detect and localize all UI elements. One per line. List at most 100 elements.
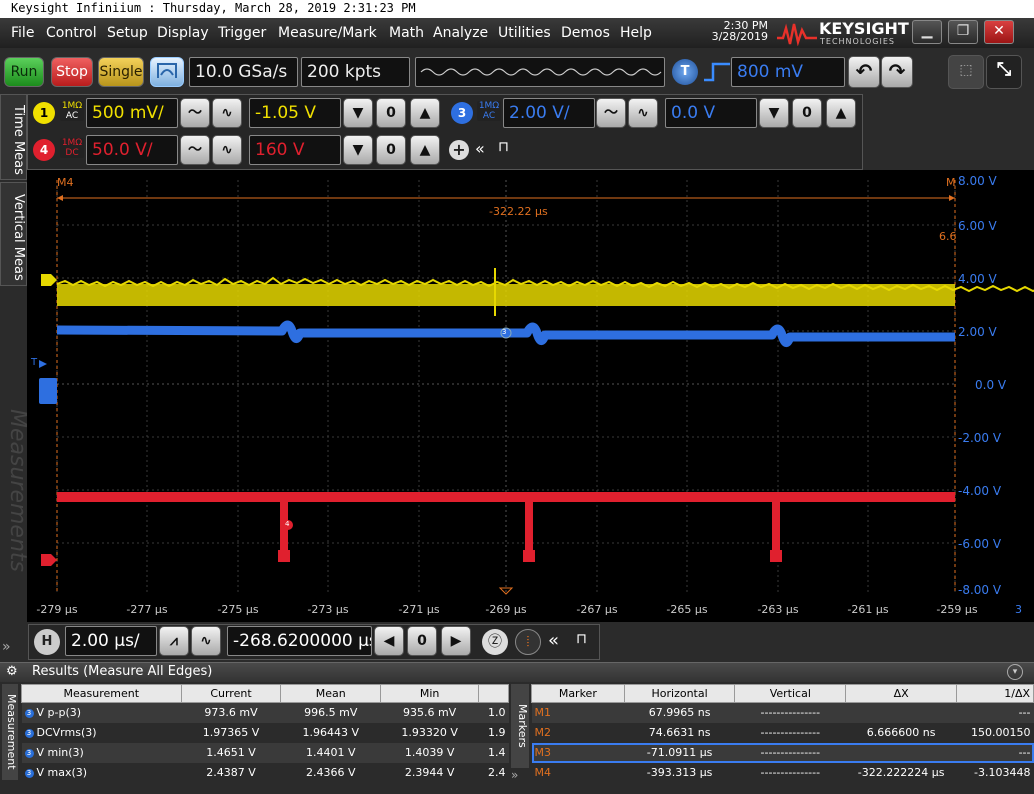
stop-button[interactable]: Stop (51, 57, 93, 87)
col-mean[interactable]: Mean (280, 684, 382, 703)
time-scale-down-icon[interactable]: ⩘ (159, 626, 189, 656)
ch3-offset-field[interactable]: 0.0 V (665, 98, 757, 128)
tab-markers[interactable]: Markers (511, 684, 529, 768)
menu-measure-mark[interactable]: Measure/Mark (278, 25, 377, 41)
ch3-scale-down-icon[interactable]: ～ (596, 98, 626, 128)
ch3-offset-zero-icon[interactable]: 0 (792, 98, 822, 128)
horizontal-badge[interactable]: H (34, 629, 60, 655)
single-button[interactable]: Single (98, 57, 144, 87)
collapse-results-icon[interactable]: ▾ (1007, 664, 1023, 680)
undo-icon[interactable]: ↶ (848, 56, 880, 88)
expand-markers-icon[interactable]: » (511, 768, 518, 782)
tab-time-meas[interactable]: Time Meas (0, 94, 27, 180)
ch4-offset-down-icon[interactable]: ▼ (343, 135, 373, 165)
ch4-offset-field[interactable]: 160 V (249, 135, 341, 165)
table-row[interactable]: M1 67.9965 ns --------------- --- (531, 702, 1034, 723)
pin-icon[interactable]: ⊓ (498, 139, 509, 155)
run-button[interactable]: Run (4, 57, 44, 87)
ch3-offset-up-icon[interactable]: ▲ (826, 98, 856, 128)
redo-icon[interactable]: ↷ (881, 56, 913, 88)
ch4-offset-up-icon[interactable]: ▲ (410, 135, 440, 165)
menu-control[interactable]: Control (46, 25, 97, 41)
trigger-level-field[interactable]: 800 mV (731, 57, 845, 87)
col-current[interactable]: Current (180, 684, 282, 703)
col-max[interactable] (478, 684, 509, 703)
table-row[interactable]: 3V max(3) 2.4387 V 2.4366 V 2.3944 V 2.4 (21, 762, 509, 783)
ch4-scale-field[interactable]: 50.0 V/ (86, 135, 178, 165)
col-measurement[interactable]: Measurement (21, 684, 182, 703)
ch1-offset-up-icon[interactable]: ▲ (410, 98, 440, 128)
tab-measurement[interactable]: Measurement (2, 684, 18, 780)
ch1-ground-marker-icon[interactable] (41, 274, 57, 286)
ch1-scale-field[interactable]: 500 mV/ (86, 98, 178, 128)
minimize-icon[interactable]: ▁ (912, 20, 942, 44)
marker-inv-dx: --- (956, 742, 1034, 763)
menu-setup[interactable]: Setup (107, 25, 148, 41)
collapse-channels-icon[interactable]: « (475, 139, 485, 158)
waveform-overview[interactable] (415, 57, 665, 87)
table-row-selected[interactable]: M3 -71.0911 µs --------------- --- (531, 742, 1034, 763)
trigger-level-marker-icon[interactable] (39, 360, 47, 368)
ch3-ground-marker-icon[interactable] (39, 378, 57, 404)
memory-depth-field[interactable]: 200 kpts (301, 57, 410, 87)
ch1-scale-up-icon[interactable]: ∿ (212, 98, 242, 128)
menu-math[interactable]: Math (389, 25, 424, 41)
table-row[interactable]: M2 74.6631 ns --------------- 6.666600 ns 15… (531, 722, 1034, 743)
ch3-scale-field[interactable]: 2.00 V/ (503, 98, 595, 128)
time-scale-field[interactable]: 2.00 µs/ (65, 626, 157, 656)
ch3-scale-up-icon[interactable]: ∿ (628, 98, 658, 128)
time-position-field[interactable]: -268.6200000 µs (227, 626, 372, 656)
restore-icon[interactable]: ❐ (948, 20, 978, 44)
menu-demos[interactable]: Demos (561, 25, 610, 41)
ch1-scale-down-icon[interactable]: ～ (180, 98, 210, 128)
collapse-horizontal-icon[interactable]: « (548, 630, 559, 651)
zoom-icon[interactable]: Ⓩ (482, 629, 508, 655)
results-gear-icon[interactable]: ⚙ (6, 664, 18, 679)
menu-analyze[interactable]: Analyze (433, 25, 488, 41)
col-inv-dx[interactable]: 1/ΔX (956, 684, 1034, 703)
ch1-badge[interactable]: 1 (33, 102, 55, 124)
ch4-offset-zero-icon[interactable]: 0 (376, 135, 406, 165)
ch4-scale-down-icon[interactable]: ～ (180, 135, 210, 165)
ch1-offset-field[interactable]: -1.05 V (249, 98, 341, 128)
brand-name: KEYSIGHT (819, 19, 909, 38)
expand-left-icon[interactable]: » (2, 639, 11, 655)
segment-icon[interactable]: ⦙ (515, 629, 541, 655)
ch1-offset-down-icon[interactable]: ▼ (343, 98, 373, 128)
menu-display[interactable]: Display (157, 25, 209, 41)
touch-mode-icon[interactable]: ⤡ (986, 55, 1022, 89)
trigger-badge[interactable]: T (672, 59, 698, 85)
col-min[interactable]: Min (380, 684, 479, 703)
ch3-offset-down-icon[interactable]: ▼ (759, 98, 789, 128)
draw-box-icon[interactable]: ⬚ (948, 55, 984, 89)
time-position-right-icon[interactable]: ▶ (441, 626, 471, 656)
table-row[interactable]: 3V min(3) 1.4651 V 1.4401 V 1.4039 V 1.4 (21, 742, 509, 763)
menu-help[interactable]: Help (620, 25, 652, 41)
ch4-badge[interactable]: 4 (33, 139, 55, 161)
rising-edge-icon[interactable] (703, 60, 731, 84)
time-position-zero-icon[interactable]: 0 (407, 626, 437, 656)
table-row[interactable]: 3V p-p(3) 973.6 mV 996.5 mV 935.6 mV 1.0 (21, 702, 509, 723)
ch4-ground-marker-icon[interactable] (41, 554, 57, 566)
waveform-display[interactable]: T 3 4 M4 M 6.6 -322.22 µs (27, 170, 1034, 622)
ch1-offset-zero-icon[interactable]: 0 (376, 98, 406, 128)
pin-horizontal-icon[interactable]: ⊓ (576, 631, 587, 647)
col-dx[interactable]: ΔX (845, 684, 958, 703)
time-scale-up-icon[interactable]: ∿ (191, 626, 221, 656)
ch3-badge[interactable]: 3 (451, 102, 473, 124)
autoscale-icon[interactable] (150, 57, 184, 87)
ch4-scale-up-icon[interactable]: ∿ (212, 135, 242, 165)
menu-utilities[interactable]: Utilities (498, 25, 551, 41)
menu-file[interactable]: File (11, 25, 34, 41)
table-row[interactable]: 3 DCVrms(3) 1.97365 V 1.96443 V 1.93320 V 1.9 (21, 722, 509, 743)
menu-trigger[interactable]: Trigger (218, 25, 266, 41)
col-marker[interactable]: Marker (531, 684, 625, 703)
add-channel-icon[interactable]: + (449, 140, 469, 160)
close-icon[interactable]: ✕ (984, 20, 1014, 44)
time-position-left-icon[interactable]: ◀ (374, 626, 404, 656)
col-horizontal[interactable]: Horizontal (623, 684, 736, 703)
sample-rate-field[interactable]: 10.0 GSa/s (189, 57, 298, 87)
table-row[interactable]: M4 -393.313 µs --------------- -322.222224 … (531, 762, 1034, 783)
tab-vertical-meas[interactable]: Vertical Meas (0, 182, 27, 286)
col-vertical[interactable]: Vertical (734, 684, 847, 703)
